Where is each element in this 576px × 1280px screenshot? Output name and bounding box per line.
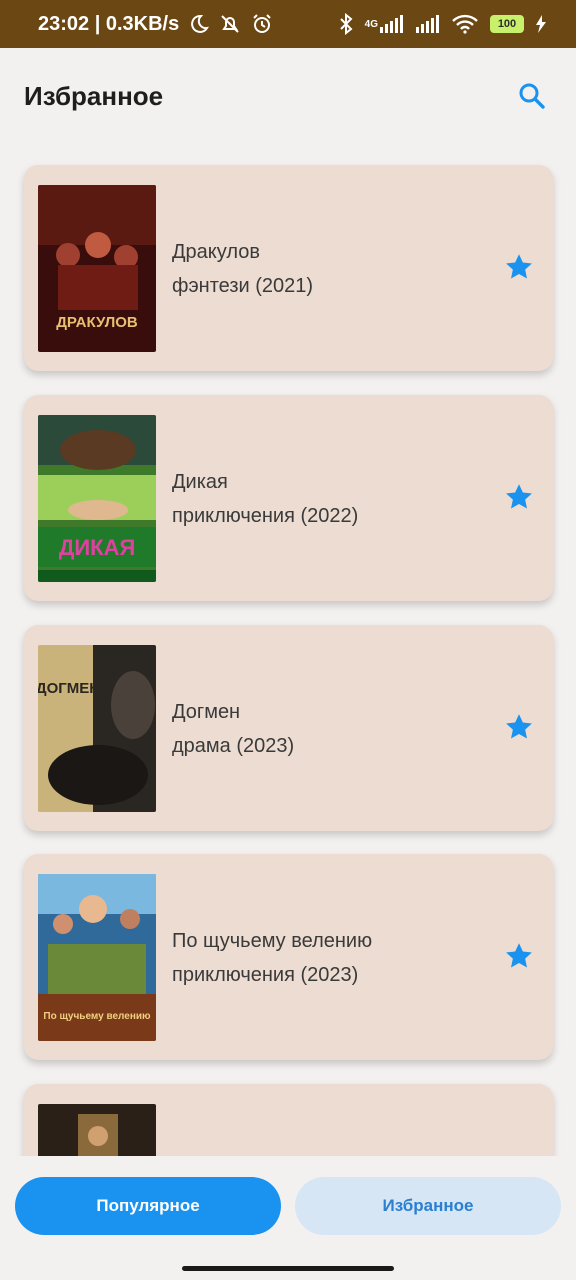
movie-poster: ДРАКУЛОВ — [38, 185, 156, 352]
battery-icon: 100 — [490, 15, 524, 33]
movie-card[interactable]: По щучьему велению По щучьему велению пр… — [24, 854, 553, 1060]
moon-icon — [189, 14, 210, 34]
movie-title: Дикая — [172, 471, 228, 493]
status-bar: 23:02 | 0.3KB/s 4G 100 — [0, 0, 576, 48]
search-button[interactable] — [512, 76, 552, 116]
page-title: Избранное — [24, 80, 164, 111]
star-icon — [506, 714, 532, 739]
bell-off-icon — [219, 14, 241, 34]
movie-info: Дикая приключения (2022) — [172, 465, 358, 533]
favorite-button[interactable] — [501, 709, 537, 745]
bluetooth-icon — [339, 13, 353, 35]
movie-genre-year: драма (2023) — [172, 735, 295, 757]
movie-card[interactable]: ДОГМЕН Догмен драма (2023) — [24, 625, 553, 831]
signal-4g-icon: 4G — [365, 15, 404, 33]
movie-poster — [38, 1104, 156, 1156]
movie-poster: ДИКАЯ — [38, 415, 156, 582]
alarm-icon — [251, 13, 273, 35]
app-bar: Избранное — [0, 48, 576, 144]
movie-genre-year: приключения (2023) — [172, 964, 359, 986]
charging-icon — [536, 15, 546, 33]
movie-info: По щучьему велению приключения (2023) — [172, 924, 372, 992]
poster-title: ДИКАЯ — [59, 535, 136, 560]
star-icon — [506, 254, 532, 279]
home-indicator[interactable] — [182, 1266, 394, 1271]
movie-poster: ДОГМЕН — [38, 645, 156, 812]
favorite-button[interactable] — [501, 479, 537, 515]
signal-icon — [416, 15, 440, 33]
popular-button[interactable]: Популярное — [15, 1177, 281, 1235]
movie-title: Дракулов — [172, 241, 260, 263]
movie-title: Догмен — [172, 701, 241, 723]
star-icon — [506, 943, 532, 968]
poster-title: По щучьему велению — [43, 1011, 151, 1022]
movie-card[interactable] — [24, 1084, 553, 1156]
movie-card[interactable]: ДИКАЯ Дикая приключения (2022) — [24, 395, 553, 601]
wifi-icon — [452, 14, 478, 34]
star-icon — [506, 484, 532, 509]
favorite-button[interactable] — [501, 249, 537, 285]
favorite-button[interactable] — [501, 938, 537, 974]
network-label: 4G — [364, 18, 378, 30]
search-icon — [519, 83, 545, 109]
bottom-navigation: Популярное Избранное — [0, 1156, 576, 1280]
movie-genre-year: фэнтези (2021) — [172, 275, 314, 297]
movie-info: Дракулов фэнтези (2021) — [172, 235, 313, 303]
favorites-button[interactable]: Избранное — [295, 1177, 561, 1235]
movie-info: Догмен драма (2023) — [172, 695, 294, 763]
movie-poster: По щучьему велению — [38, 874, 156, 1041]
poster-title: ДРАКУЛОВ — [56, 314, 138, 331]
movie-genre-year: приключения (2022) — [172, 505, 359, 527]
favorites-list[interactable]: ДРАКУЛОВ Дракулов фэнтези (2021) ДИКАЯ Д… — [0, 144, 576, 1156]
status-time: 23:02 | 0.3KB/s — [38, 12, 180, 35]
poster-title: ДОГМЕН — [38, 680, 100, 697]
movie-title: По щучьему велению — [172, 930, 373, 952]
movie-card[interactable]: ДРАКУЛОВ Дракулов фэнтези (2021) — [24, 165, 553, 371]
